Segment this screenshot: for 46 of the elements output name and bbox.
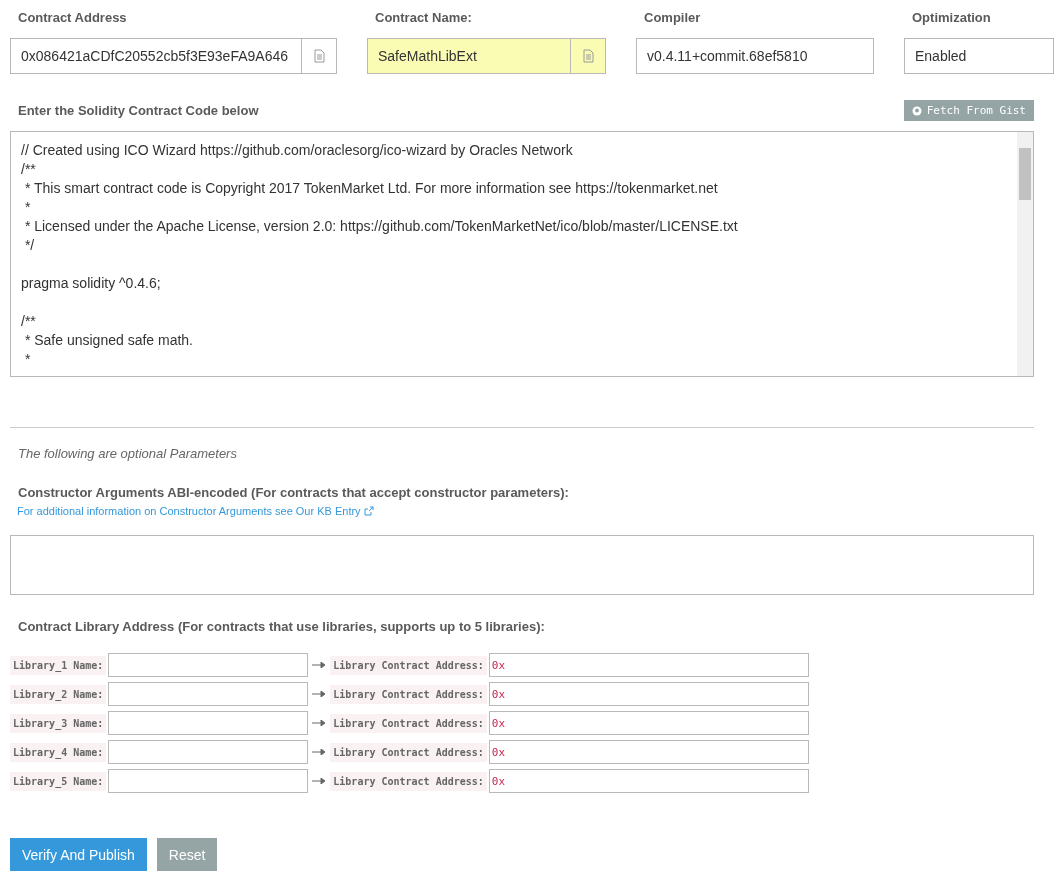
library-address-field[interactable]: 0x: [488, 682, 809, 706]
arrow-icon: [312, 720, 327, 726]
field-label: Compiler: [643, 9, 702, 27]
field-label: Optimization: [911, 9, 992, 27]
library-name-field[interactable]: [108, 769, 309, 793]
field-label: Contract Address: [17, 9, 128, 27]
library-address-label: Library Contract Address:: [330, 713, 487, 733]
library-address-field[interactable]: 0x: [488, 653, 809, 677]
code-label: Enter the Solidity Contract Code below: [17, 102, 260, 120]
document-icon[interactable]: [582, 49, 594, 63]
library-name-label: Library_3 Name:: [10, 713, 107, 733]
arrow-icon: [312, 778, 327, 784]
text-field[interactable]: SafeMathLibExt: [367, 38, 606, 74]
library-address-label: Library Contract Address:: [330, 684, 487, 704]
library-name-field[interactable]: [108, 740, 309, 764]
constructor-field[interactable]: [10, 535, 1034, 595]
library-name-label: Library_5 Name:: [10, 771, 107, 791]
external-link-icon: [363, 506, 374, 516]
library-name-label: Library_1 Name:: [10, 655, 107, 675]
library-address-label: Library Contract Address:: [330, 771, 487, 791]
library-address-label: Library Contract Address:: [330, 655, 487, 675]
arrow-icon: [312, 691, 327, 697]
text-field[interactable]: Enabled: [904, 38, 1054, 74]
optional-note: The following are optional Parameters: [18, 446, 238, 461]
document-icon[interactable]: [313, 49, 325, 63]
library-address-label: Library Contract Address:: [330, 742, 487, 762]
library-label: Contract Library Address (For contracts that use libraries, supports up to 5 libraries):: [17, 618, 546, 636]
library-name-label: Library_2 Name:: [10, 684, 107, 704]
scrollbar[interactable]: [1017, 132, 1033, 376]
library-name-field[interactable]: [108, 711, 309, 735]
text-field[interactable]: v0.4.11+commit.68ef5810: [636, 38, 874, 74]
kb-entry-link[interactable]: For additional information on Constructor Arguments see Our KB Entry: [17, 505, 374, 517]
library-address-field[interactable]: 0x: [488, 740, 809, 764]
arrow-icon: [312, 749, 327, 755]
library-address-field[interactable]: 0x: [488, 711, 809, 735]
library-name-field[interactable]: [108, 682, 309, 706]
verify-button[interactable]: Verify And Publish: [10, 838, 147, 871]
library-name-label: Library_4 Name:: [10, 742, 107, 762]
code-field[interactable]: [10, 131, 1034, 377]
code-text: // Created using ICO Wizard https://github.com/oraclesorg/ico-wizard by Oracles Network /** * This smart contract code is Copyright 2017 TokenMarket Ltd. For more information see https://tokenmarket.net * * Licensed under the Apache License, version 2.0: https://github.com/TokenMarketNet/ico/blob/master/LICENSE.txt */ pragma solidity ^0.4.6; /** * Safe unsigned safe math. *: [20, 141, 739, 369]
arrow-icon: [312, 662, 327, 668]
constructor-label: Constructor Arguments ABI-encoded (For contracts that accept constructor parameters):: [17, 484, 570, 502]
library-address-field[interactable]: 0x: [488, 769, 809, 793]
text-field[interactable]: 0x086421aCDfC20552cb5f3E93eFA9A646: [10, 38, 337, 74]
library-name-field[interactable]: [108, 653, 309, 677]
field-label: Contract Name:: [374, 9, 473, 27]
